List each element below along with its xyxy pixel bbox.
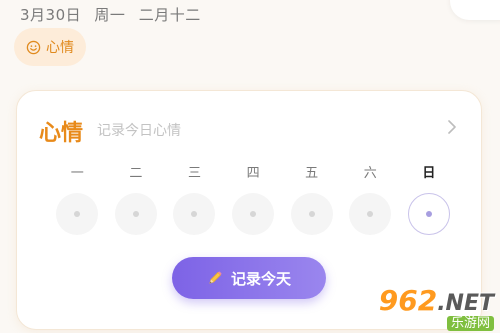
day-mood-slot[interactable] bbox=[232, 193, 275, 235]
day-label: 一 bbox=[70, 166, 84, 181]
weekday-text: 周一 bbox=[94, 6, 126, 24]
today-dot bbox=[425, 211, 432, 217]
watermark-site: 乐游网 bbox=[446, 316, 494, 331]
date-line: 3月30日 周一 二月十二 bbox=[20, 4, 201, 25]
day-label: 六 bbox=[363, 166, 377, 181]
day-label: 三 bbox=[187, 166, 201, 181]
empty-dot bbox=[74, 211, 81, 217]
watermark-suffix: .NET bbox=[437, 291, 494, 316]
weekday-row: 一 二 三 四 五 六 日 bbox=[48, 165, 458, 235]
day-mood-slot[interactable] bbox=[56, 193, 99, 235]
day-mood-slot[interactable] bbox=[349, 193, 392, 235]
smile-icon bbox=[26, 40, 41, 54]
mood-chip-label: 心情 bbox=[46, 40, 74, 56]
empty-dot bbox=[367, 211, 374, 217]
day-label-today: 日 bbox=[422, 166, 436, 181]
empty-dot bbox=[191, 211, 198, 217]
day-label: 四 bbox=[246, 166, 260, 181]
mood-chip[interactable]: 心情 bbox=[14, 28, 86, 66]
day-wed[interactable]: 三 bbox=[165, 165, 224, 235]
record-today-label: 记录今天 bbox=[230, 269, 291, 288]
site-watermark: 962 .NET 乐游网 bbox=[379, 287, 494, 331]
day-mood-slot[interactable] bbox=[290, 193, 333, 235]
date-text: 3月30日 bbox=[20, 6, 82, 24]
day-mood-slot[interactable] bbox=[114, 193, 157, 235]
day-mood-slot[interactable] bbox=[173, 193, 216, 235]
day-thu[interactable]: 四 bbox=[224, 165, 283, 235]
card-subtitle: 记录今日心情 bbox=[97, 123, 181, 139]
day-label: 五 bbox=[305, 166, 319, 181]
top-right-card-edge bbox=[450, 0, 500, 20]
empty-dot bbox=[250, 211, 257, 217]
day-sat[interactable]: 六 bbox=[341, 165, 400, 235]
day-sun[interactable]: 日 bbox=[400, 165, 459, 235]
empty-dot bbox=[132, 211, 139, 217]
day-fri[interactable]: 五 bbox=[282, 165, 341, 235]
record-today-button[interactable]: 记录今天 bbox=[172, 257, 326, 299]
empty-dot bbox=[308, 211, 315, 217]
watermark-number: 962 bbox=[378, 284, 438, 317]
day-label: 二 bbox=[129, 166, 143, 181]
day-mon[interactable]: 一 bbox=[48, 165, 107, 235]
day-mood-slot-today[interactable] bbox=[407, 193, 450, 235]
day-tue[interactable]: 二 bbox=[107, 165, 166, 235]
chevron-right-icon[interactable] bbox=[445, 119, 459, 135]
lunar-date-text: 二月十二 bbox=[138, 6, 201, 24]
pencil-icon bbox=[209, 271, 222, 284]
card-title: 心情 bbox=[39, 121, 84, 146]
